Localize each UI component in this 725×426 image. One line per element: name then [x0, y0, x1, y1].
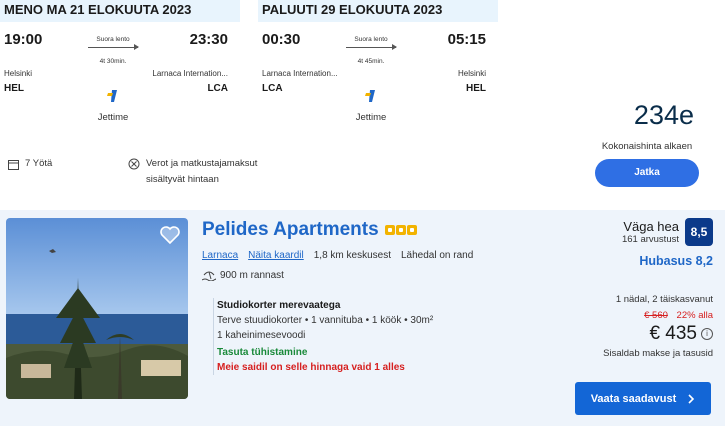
outbound-leg: MENO MA 21 ELOKUUTA 2023 19:00 Suora len… — [0, 0, 240, 135]
taxes-info: Verot ja matkustajamaksut sisältyvät hin… — [128, 156, 266, 188]
total-price-block: 234e Kokonaishinta alkaen Jatka — [577, 100, 717, 187]
outbound-to-city: Larnaca Internation... — [152, 69, 228, 78]
return-flight-type: Suora lento — [354, 36, 388, 43]
rating-word: Väga hea — [623, 218, 679, 234]
see-availability-label: Vaata saadavust — [590, 392, 677, 405]
hotel-name-row: Pelides Apartments — [202, 219, 417, 241]
return-from-city: Larnaca Internation... — [262, 69, 338, 78]
score-badge: 8,5 — [685, 218, 713, 246]
discount-label: 22% alla — [676, 310, 713, 321]
outbound-duration: 4t 30min. — [99, 58, 127, 65]
outbound-arrow-icon — [88, 44, 139, 50]
beach-distance-row: 900 m rannast — [202, 269, 284, 281]
comfort-rating: Hubasus 8,2 — [639, 254, 713, 268]
star-icon — [395, 225, 406, 235]
outbound-to-code: LCA — [207, 83, 228, 94]
return-leg: PALUUTI 29 ELOKUUTA 2023 00:30 Suora len… — [258, 0, 498, 135]
review-summary[interactable]: Väga hea 161 arvustust 8,5 — [622, 218, 713, 246]
beach-distance: 900 m rannast — [220, 269, 284, 281]
price-includes: Sisaldab makse ja tasusid — [603, 348, 713, 359]
hotel-result-card: Pelides Apartments Larnaca Näita kaardil… — [0, 210, 725, 426]
room-specs: Terve stuudiokorter • 1 vannituba • 1 kö… — [217, 315, 434, 326]
return-arrow-icon — [346, 44, 397, 50]
rating-block: Väga hea 161 arvustust 8,5 Hubasus 8,2 — [622, 218, 713, 268]
airline-logo-icon — [107, 90, 117, 102]
return-to-code: HEL — [466, 83, 486, 94]
outbound-depart-time: 19:00 — [4, 31, 43, 48]
star-icon — [384, 225, 395, 235]
current-price-row: € 435 i — [603, 323, 713, 345]
return-arrive-time: 05:15 — [447, 31, 486, 48]
chevron-right-icon — [688, 393, 695, 404]
review-count: 161 arvustust — [621, 233, 679, 245]
bed-info: 1 kaheinimesevoodi — [217, 330, 306, 341]
nights-info: 7 Yötä — [8, 156, 52, 172]
outbound-header: MENO MA 21 ELOKUUTA 2023 — [0, 0, 240, 22]
return-duration: 4t 45min. — [357, 58, 385, 65]
airline-logo-icon — [365, 90, 375, 102]
total-price-label: Kokonaishinta alkaen — [601, 141, 693, 152]
return-from-code: LCA — [262, 83, 283, 94]
beach-icon — [202, 271, 216, 281]
show-on-map-link[interactable]: Näita kaardil — [248, 250, 304, 261]
flight-summary-card: MENO MA 21 ELOKUUTA 2023 19:00 Suora len… — [0, 0, 725, 205]
room-details: Studiokorter merevaatega Terve stuudioko… — [213, 298, 433, 375]
free-cancellation: Tasuta tühistamine — [217, 347, 308, 358]
location-link[interactable]: Larnaca — [202, 250, 238, 261]
continue-button[interactable]: Jatka — [595, 159, 699, 187]
no-tax-icon — [128, 158, 140, 170]
old-price-row: € 560 22% alla — [603, 310, 713, 321]
near-beach-label: Lähedal on rand — [401, 250, 474, 261]
distance-center: 1,8 km keskusest — [313, 250, 391, 261]
outbound-airline: Jettime — [97, 112, 129, 123]
current-price: € 435 — [649, 323, 697, 344]
offer-block: 1 nädal, 2 täiskasvanut € 560 22% alla €… — [603, 294, 713, 359]
taxes-label: Verot ja matkustajamaksut sisältyvät hin… — [146, 158, 258, 185]
see-availability-button[interactable]: Vaata saadavust — [575, 382, 711, 415]
outbound-from-city: Helsinki — [4, 69, 33, 78]
old-price: € 560 — [644, 310, 668, 321]
stay-details: 1 nädal, 2 täiskasvanut — [615, 294, 713, 305]
total-price: 234e — [633, 100, 694, 130]
return-depart-time: 00:30 — [262, 31, 301, 48]
return-to-city: Helsinki — [457, 69, 486, 78]
availability-warning: Meie saidil on selle hinnaga vaid 1 alle… — [217, 362, 405, 373]
heart-icon[interactable] — [159, 224, 181, 246]
nights-label: 7 Yötä — [25, 158, 53, 169]
star-rating — [384, 225, 417, 235]
info-icon[interactable]: i — [701, 328, 713, 340]
outbound-arrive-time: 23:30 — [189, 31, 228, 48]
return-airline: Jettime — [355, 112, 387, 123]
calendar-icon — [8, 159, 19, 170]
outbound-from-code: HEL — [4, 83, 24, 94]
location-row: Larnaca Näita kaardil 1,8 km keskusest L… — [202, 250, 473, 261]
outbound-flight-type: Suora lento — [96, 36, 130, 43]
return-header: PALUUTI 29 ELOKUUTA 2023 — [258, 0, 498, 22]
hotel-name-link[interactable]: Pelides Apartments — [202, 219, 379, 241]
room-type: Studiokorter merevaatega — [217, 300, 341, 311]
star-icon — [406, 225, 417, 235]
